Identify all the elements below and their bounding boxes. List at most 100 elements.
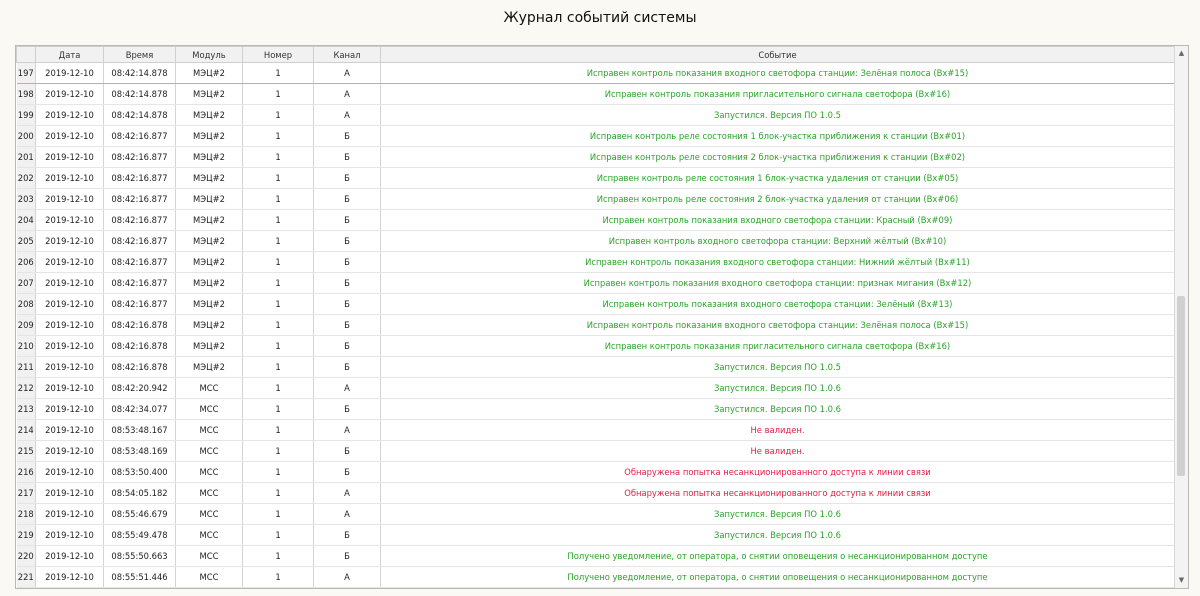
time-cell: 08:42:14.878 [103, 62, 176, 84]
table-row[interactable]: 221 2019-12-10 08:55:51.446 МСС 1 А Получено у… [16, 566, 1175, 588]
table-row[interactable]: 201 2019-12-10 08:42:16.877 МЭЦ#2 1 Б Исправен… [16, 146, 1175, 168]
table-row[interactable]: 215 2019-12-10 08:53:48.169 МСС 1 Б Не валиден… [16, 440, 1175, 462]
table-row[interactable]: 213 2019-12-10 08:42:34.077 МСС 1 Б Запустился… [16, 398, 1175, 420]
table-row[interactable]: 203 2019-12-10 08:42:16.877 МЭЦ#2 1 Б Исправен… [16, 188, 1175, 210]
channel-cell: Б [313, 335, 381, 357]
row-number: 207 [16, 272, 36, 294]
event-cell: Получено уведомление, от оператора, о сн… [380, 566, 1175, 588]
row-number: 201 [16, 146, 36, 168]
table-row[interactable]: 210 2019-12-10 08:42:16.878 МЭЦ#2 1 Б Исправен… [16, 335, 1175, 357]
channel-cell: Б [313, 209, 381, 231]
table-row[interactable]: 202 2019-12-10 08:42:16.877 МЭЦ#2 1 Б Исправен… [16, 167, 1175, 189]
number-cell: 1 [242, 419, 314, 441]
table-row[interactable]: 205 2019-12-10 08:42:16.877 МЭЦ#2 1 Б Исправен… [16, 230, 1175, 252]
number-cell: 1 [242, 314, 314, 336]
column-header-number[interactable]: Номер [242, 46, 314, 63]
column-header-module[interactable]: Модуль [175, 46, 243, 63]
time-cell: 08:53:50.400 [103, 461, 176, 483]
row-number: 211 [16, 356, 36, 378]
time-cell: 08:42:14.878 [103, 104, 176, 126]
module-cell: МЭЦ#2 [175, 293, 243, 315]
module-cell: МЭЦ#2 [175, 62, 243, 84]
table-row[interactable]: 204 2019-12-10 08:42:16.877 МЭЦ#2 1 Б Исправен… [16, 209, 1175, 231]
table-row[interactable]: 216 2019-12-10 08:53:50.400 МСС 1 Б Обнаружена… [16, 461, 1175, 483]
number-cell: 1 [242, 83, 314, 105]
module-cell: МЭЦ#2 [175, 146, 243, 168]
module-cell: МЭЦ#2 [175, 251, 243, 273]
time-cell: 08:42:16.877 [103, 167, 176, 189]
table-row[interactable]: 214 2019-12-10 08:53:48.167 МСС 1 А Не валиден… [16, 419, 1175, 441]
channel-cell: А [313, 83, 381, 105]
channel-cell: Б [313, 398, 381, 420]
table-row[interactable]: 220 2019-12-10 08:55:50.663 МСС 1 Б Получено у… [16, 545, 1175, 567]
channel-cell: Б [313, 314, 381, 336]
date-cell: 2019-12-10 [35, 125, 104, 147]
time-cell: 08:42:16.877 [103, 293, 176, 315]
module-cell: МСС [175, 545, 243, 567]
scrollbar-thumb[interactable] [1177, 296, 1185, 476]
time-cell: 08:55:46.679 [103, 503, 176, 525]
table-row[interactable]: 197 2019-12-10 08:42:14.878 МЭЦ#2 1 А Исправен… [16, 62, 1175, 84]
table-row[interactable]: 212 2019-12-10 08:42:20.942 МСС 1 А Запустился… [16, 377, 1175, 399]
row-number: 208 [16, 293, 36, 315]
row-number: 216 [16, 461, 36, 483]
table-row[interactable]: 209 2019-12-10 08:42:16.878 МЭЦ#2 1 Б Исправен… [16, 314, 1175, 336]
column-header-channel[interactable]: Канал [313, 46, 381, 63]
time-cell: 08:54:05.182 [103, 482, 176, 504]
event-cell: Исправен контроль реле состояния 2 блок-… [380, 188, 1175, 210]
channel-cell: Б [313, 272, 381, 294]
time-cell: 08:42:16.877 [103, 230, 176, 252]
module-cell: МЭЦ#2 [175, 104, 243, 126]
column-header-event[interactable]: Событие [380, 46, 1175, 63]
time-cell: 08:42:16.877 [103, 146, 176, 168]
number-cell: 1 [242, 503, 314, 525]
module-cell: МСС [175, 419, 243, 441]
table-row[interactable]: 207 2019-12-10 08:42:16.877 МЭЦ#2 1 Б Исправен… [16, 272, 1175, 294]
table-row[interactable]: 217 2019-12-10 08:54:05.182 МСС 1 А Обнаружена… [16, 482, 1175, 504]
row-number: 198 [16, 83, 36, 105]
table-row[interactable]: 208 2019-12-10 08:42:16.877 МЭЦ#2 1 Б Исправен… [16, 293, 1175, 315]
time-cell: 08:42:16.878 [103, 356, 176, 378]
date-cell: 2019-12-10 [35, 503, 104, 525]
row-number-header [16, 46, 36, 63]
number-cell: 1 [242, 125, 314, 147]
scroll-down-icon[interactable]: ▼ [1175, 574, 1188, 587]
event-cell: Запустился. Версия ПО 1.0.5 [380, 104, 1175, 126]
channel-cell: Б [313, 524, 381, 546]
time-cell: 08:55:51.446 [103, 566, 176, 588]
number-cell: 1 [242, 482, 314, 504]
table-row[interactable]: 200 2019-12-10 08:42:16.877 МЭЦ#2 1 Б Исправен… [16, 125, 1175, 147]
row-number: 205 [16, 230, 36, 252]
table-row[interactable]: 206 2019-12-10 08:42:16.877 МЭЦ#2 1 Б Исправен… [16, 251, 1175, 273]
column-header-date[interactable]: Дата [35, 46, 104, 63]
number-cell: 1 [242, 209, 314, 231]
date-cell: 2019-12-10 [35, 461, 104, 483]
column-header-time[interactable]: Время [103, 46, 176, 63]
module-cell: МЭЦ#2 [175, 335, 243, 357]
table-row[interactable]: 211 2019-12-10 08:42:16.878 МЭЦ#2 1 Б Запустил… [16, 356, 1175, 378]
scroll-up-icon[interactable]: ▲ [1175, 47, 1188, 60]
number-cell: 1 [242, 545, 314, 567]
channel-cell: Б [313, 545, 381, 567]
row-number: 202 [16, 167, 36, 189]
module-cell: МЭЦ#2 [175, 83, 243, 105]
table-row[interactable]: 198 2019-12-10 08:42:14.878 МЭЦ#2 1 А Исправен… [16, 83, 1175, 105]
date-cell: 2019-12-10 [35, 104, 104, 126]
table-row[interactable]: 218 2019-12-10 08:55:46.679 МСС 1 А Запустился… [16, 503, 1175, 525]
module-cell: МЭЦ#2 [175, 209, 243, 231]
module-cell: МЭЦ#2 [175, 230, 243, 252]
vertical-scrollbar[interactable]: ▲ ▼ [1174, 46, 1188, 588]
event-cell: Исправен контроль показания входного све… [380, 314, 1175, 336]
time-cell: 08:55:50.663 [103, 545, 176, 567]
module-cell: МСС [175, 377, 243, 399]
number-cell: 1 [242, 104, 314, 126]
event-cell: Исправен контроль показания пригласитель… [380, 83, 1175, 105]
channel-cell: Б [313, 230, 381, 252]
date-cell: 2019-12-10 [35, 335, 104, 357]
event-cell: Запустился. Версия ПО 1.0.6 [380, 377, 1175, 399]
number-cell: 1 [242, 440, 314, 462]
table-row[interactable]: 219 2019-12-10 08:55:49.478 МСС 1 Б Запустился… [16, 524, 1175, 546]
table-row[interactable]: 199 2019-12-10 08:42:14.878 МЭЦ#2 1 А Запустил… [16, 104, 1175, 126]
date-cell: 2019-12-10 [35, 230, 104, 252]
event-cell: Исправен контроль показания входного све… [380, 293, 1175, 315]
